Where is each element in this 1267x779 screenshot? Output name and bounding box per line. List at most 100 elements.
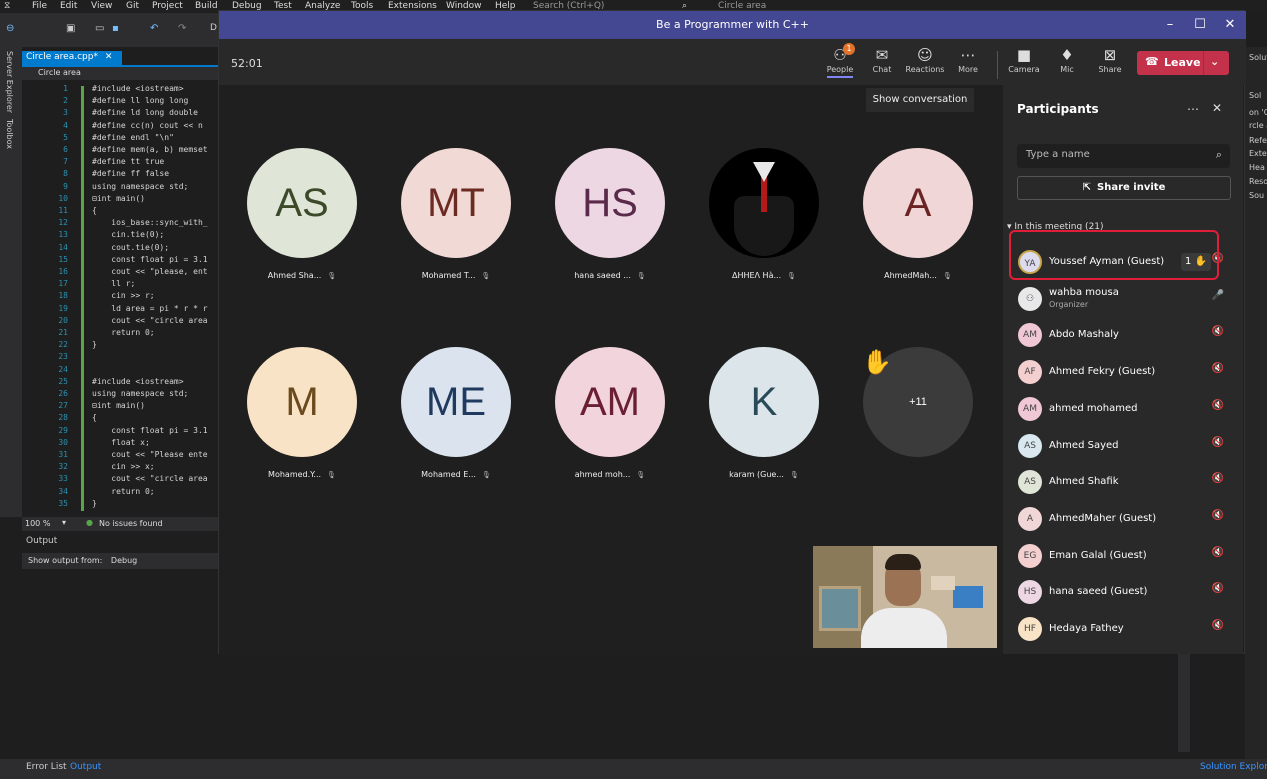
code-line[interactable]: #define ll long long: [92, 96, 218, 105]
maximize-icon[interactable]: ☐: [1185, 11, 1215, 39]
more-button[interactable]: ⋯ More: [946, 45, 990, 74]
code-line[interactable]: {: [92, 206, 218, 215]
output-tab[interactable]: Output: [70, 762, 101, 772]
code-line[interactable]: #define cc(n) cout << n: [92, 121, 218, 130]
participant-row[interactable]: AM ahmed mohamed 🔇: [1017, 394, 1232, 424]
share-invite-button[interactable]: ⇱ Share invite: [1017, 176, 1231, 200]
solution-item[interactable]: Sou: [1249, 191, 1264, 200]
code-line[interactable]: #include <iostream>: [92, 377, 218, 386]
chevron-down-icon[interactable]: ⌄: [1210, 55, 1219, 68]
solution-item[interactable]: Solution: [1249, 53, 1267, 62]
leave-button[interactable]: ☎ Leave ⌄: [1137, 51, 1229, 75]
participant-row[interactable]: A AhmedMaher (Guest) 🔇: [1017, 504, 1232, 534]
menu-file[interactable]: File: [32, 1, 47, 11]
menu-build[interactable]: Build: [195, 1, 218, 11]
chevron-down-icon[interactable]: ▾: [62, 518, 66, 527]
code-line[interactable]: }: [92, 499, 218, 508]
participant-avatar[interactable]: HS: [555, 148, 665, 258]
code-line[interactable]: #define endl "\n": [92, 133, 218, 142]
close-icon[interactable]: ✕: [1215, 11, 1245, 39]
participant-row[interactable]: AS Ahmed Shafik 🔇: [1017, 467, 1232, 497]
code-line[interactable]: cin >> x;: [92, 462, 218, 471]
code-line[interactable]: cout << "please, ent: [92, 267, 218, 276]
participant-avatar[interactable]: A: [863, 148, 973, 258]
participant-search-input[interactable]: Type a name ⌕: [1017, 144, 1230, 168]
output-source-select[interactable]: Debug: [111, 556, 137, 565]
participant-avatar[interactable]: AS: [247, 148, 357, 258]
code-line[interactable]: cin.tie(0);: [92, 230, 218, 239]
self-video-preview[interactable]: [813, 546, 997, 648]
code-line[interactable]: cout.tie(0);: [92, 243, 218, 252]
camera-button[interactable]: ■ Camera: [1002, 45, 1046, 74]
solution-item[interactable]: on 'C: [1249, 108, 1267, 117]
reactions-button[interactable]: ☺ Reactions: [903, 45, 947, 74]
participant-row[interactable]: HF Hedaya Fathey 🔇: [1017, 614, 1232, 644]
menu-edit[interactable]: Edit: [60, 1, 77, 11]
code-line[interactable]: float x;: [92, 438, 218, 447]
scrollbar[interactable]: [1178, 652, 1190, 752]
participant-avatar[interactable]: K: [709, 347, 819, 457]
code-line[interactable]: #include <iostream>: [92, 84, 218, 93]
code-line[interactable]: {: [92, 413, 218, 422]
code-line[interactable]: #define tt true: [92, 157, 218, 166]
solution-item[interactable]: Exte: [1249, 149, 1267, 158]
participant-row[interactable]: AS Ahmed Sayed 🔇: [1017, 431, 1232, 461]
participant-row[interactable]: AM Abdo Mashaly 🔇: [1017, 320, 1232, 350]
solution-explorer-tab[interactable]: Solution Explorer: [1200, 762, 1267, 772]
code-line[interactable]: #define mem(a, b) memset: [92, 145, 218, 154]
participant-row[interactable]: HS hana saeed (Guest) 🔇: [1017, 577, 1232, 607]
code-line[interactable]: }: [92, 340, 218, 349]
code-line[interactable]: ld area = pi * r * r: [92, 304, 218, 313]
save-icon[interactable]: ▪: [112, 23, 119, 34]
error-list-tab[interactable]: Error List: [26, 762, 67, 772]
code-line[interactable]: return 0;: [92, 328, 218, 337]
zoom-level[interactable]: 100 %: [25, 519, 50, 528]
participant-avatar[interactable]: ME: [401, 347, 511, 457]
undo-icon[interactable]: ↶: [150, 23, 158, 34]
participant-avatar[interactable]: M: [247, 347, 357, 457]
code-line[interactable]: cout << "Please ente: [92, 450, 218, 459]
server-explorer-tab[interactable]: Server Explorer: [5, 51, 14, 113]
solution-item[interactable]: Reso: [1249, 177, 1267, 186]
toolbar-config[interactable]: D: [210, 23, 217, 33]
chat-button[interactable]: ✉ Chat: [860, 45, 904, 74]
participant-row[interactable]: AF Ahmed Fekry (Guest) 🔇: [1017, 357, 1232, 387]
document-tab[interactable]: Circle area.cpp* ✕: [22, 51, 122, 65]
code-line[interactable]: #define ld long double: [92, 108, 218, 117]
code-line[interactable]: ⊟int main(): [92, 194, 218, 203]
participant-avatar[interactable]: MT: [401, 148, 511, 258]
close-icon[interactable]: ✕: [105, 52, 113, 62]
code-line[interactable]: using namespace std;: [92, 389, 218, 398]
solution-item[interactable]: Refe: [1249, 136, 1267, 145]
redo-icon[interactable]: ↷: [178, 23, 186, 34]
code-line[interactable]: cout << "circle area: [92, 474, 218, 483]
issues-status[interactable]: No issues found: [99, 519, 163, 528]
back-icon[interactable]: ⊖: [6, 23, 14, 34]
code-line[interactable]: const float pi = 3.1: [92, 426, 218, 435]
menu-project[interactable]: Project: [152, 1, 183, 11]
open-icon[interactable]: ▭: [95, 23, 104, 34]
participant-row[interactable]: ⚇ wahba mousa Organizer 🎤: [1017, 284, 1232, 314]
participant-avatar[interactable]: AM: [555, 347, 665, 457]
code-line[interactable]: #define ff false: [92, 169, 218, 178]
solution-item[interactable]: Hea: [1249, 163, 1265, 172]
menu-view[interactable]: View: [91, 1, 112, 11]
code-line[interactable]: ⊟int main(): [92, 401, 218, 410]
navigation-bar[interactable]: Circle area: [22, 67, 218, 80]
close-panel-icon[interactable]: ✕: [1212, 101, 1222, 115]
toolbox-tab[interactable]: Toolbox: [5, 119, 14, 149]
mic-button[interactable]: ♦ Mic: [1045, 45, 1089, 74]
more-options-icon[interactable]: ⋯: [1187, 102, 1199, 116]
code-line[interactable]: ll r;: [92, 279, 218, 288]
code-line[interactable]: ios_base::sync_with_: [92, 218, 218, 227]
solution-item[interactable]: rcle a: [1249, 121, 1267, 130]
code-line[interactable]: using namespace std;: [92, 182, 218, 191]
participant-row[interactable]: EG Eman Galal (Guest) 🔇: [1017, 541, 1232, 571]
new-item-icon[interactable]: ▣: [66, 23, 75, 34]
minimize-icon[interactable]: –: [1155, 11, 1185, 39]
code-line[interactable]: const float pi = 3.1: [92, 255, 218, 264]
solution-item[interactable]: Sol: [1249, 91, 1261, 100]
people-button[interactable]: ⚇ 1 People: [818, 43, 862, 78]
share-button[interactable]: ⊠ Share: [1088, 45, 1132, 74]
code-line[interactable]: return 0;: [92, 487, 218, 496]
